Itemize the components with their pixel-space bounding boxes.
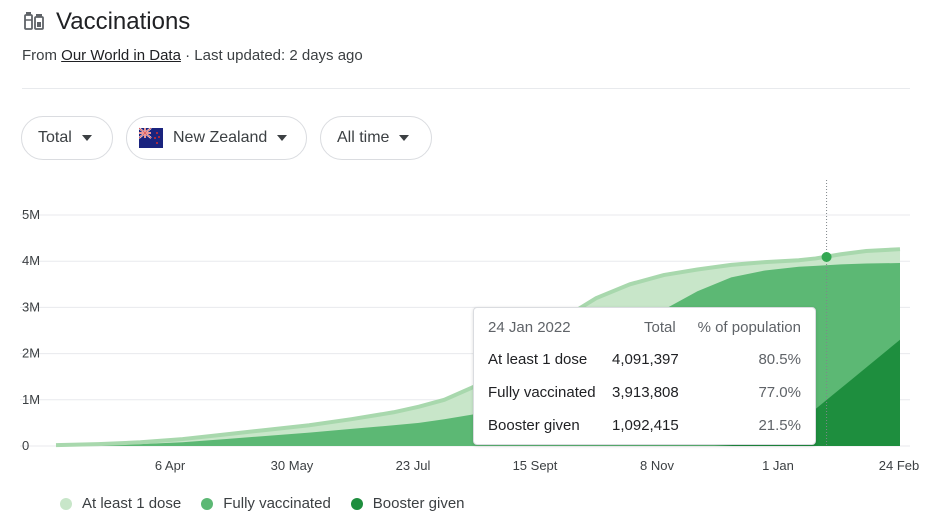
y-tick-label: 5M [22,207,40,222]
metric-dropdown[interactable]: Total [21,116,113,160]
x-tick-layer: 6 Apr 30 May 23 Jul 15 Sept 8 Nov 1 Jan 24 Feb [155,458,919,473]
tooltip-row-label: At least 1 dose [488,351,588,368]
chevron-down-icon [277,135,288,141]
chevron-down-icon [81,135,92,141]
chart-tooltip: 24 Jan 2022 Total % of population At lea… [473,307,816,445]
x-tick-label: 6 Apr [155,458,186,473]
y-tick-label: 1M [22,392,40,407]
x-tick-label: 15 Sept [513,458,558,473]
tooltip-row-pct: 77.0% [758,384,801,401]
y-tick-label: 4M [22,253,40,268]
legend-item[interactable]: Booster given [350,495,465,512]
y-tick-label: 2M [22,346,40,361]
legend-item[interactable]: At least 1 dose [60,495,181,512]
legend-swatch [60,497,72,510]
source-suffix: · Last updated: 2 days ago [180,47,363,64]
x-tick-label: 1 Jan [762,458,794,473]
tooltip-row: Booster given 1,092,415 21.5% [488,417,801,437]
legend-label: At least 1 dose [82,495,182,512]
hover-marker [821,251,832,262]
x-tick-label: 23 Jul [396,458,431,473]
new-zealand-flag-icon [139,127,163,148]
legend-swatch [350,497,363,510]
syringe-vial-icon [24,12,44,30]
tooltip-row-pct: 80.5% [758,351,801,368]
tooltip-row-label: Fully vaccinated [488,384,596,401]
chart-legend: At least 1 dose Fully vaccinated Booster… [60,495,465,512]
legend-label: Fully vaccinated [223,495,331,512]
tooltip-row-total: 1,092,415 [612,417,679,434]
x-tick-label: 24 Feb [879,458,919,473]
metric-dropdown-label: Total [38,129,72,146]
tooltip-row-total: 3,913,808 [612,384,679,401]
tooltip-row-total: 4,091,397 [612,351,679,368]
tooltip-row: Fully vaccinated 3,913,808 77.0% [488,384,801,404]
divider [22,88,910,89]
tooltip-row-pct: 21.5% [758,417,801,434]
country-dropdown-label: New Zealand [173,129,268,146]
country-dropdown[interactable]: New Zealand [126,116,307,160]
header: Vaccinations [22,8,190,36]
source-prefix: From [22,47,62,64]
tooltip-row: At least 1 dose 4,091,397 80.5% [488,351,801,371]
source-line: From Our World in Data · Last updated: 2… [22,47,363,64]
tooltip-date: 24 Jan 2022 [488,319,571,336]
legend-label: Booster given [372,495,465,512]
chevron-down-icon [399,135,410,141]
page-title: Vaccinations [56,8,191,35]
tooltip-col-pct: % of population [697,319,801,336]
range-dropdown-label: All time [337,129,390,146]
x-tick-label: 30 May [271,458,314,473]
tooltip-col-total: Total [644,319,676,336]
y-tick-label: 0 [22,438,29,453]
y-tick-layer: 0 1M 2M 3M 4M 5M [22,207,40,453]
y-tick-label: 3M [22,299,40,314]
range-dropdown[interactable]: All time [320,116,432,160]
x-tick-label: 8 Nov [640,458,674,473]
source-link[interactable]: Our World in Data [61,47,181,64]
legend-swatch [201,497,214,510]
legend-item[interactable]: Fully vaccinated [201,495,331,512]
tooltip-header-row: 24 Jan 2022 Total % of population [488,319,801,339]
tooltip-row-label: Booster given [488,417,580,434]
